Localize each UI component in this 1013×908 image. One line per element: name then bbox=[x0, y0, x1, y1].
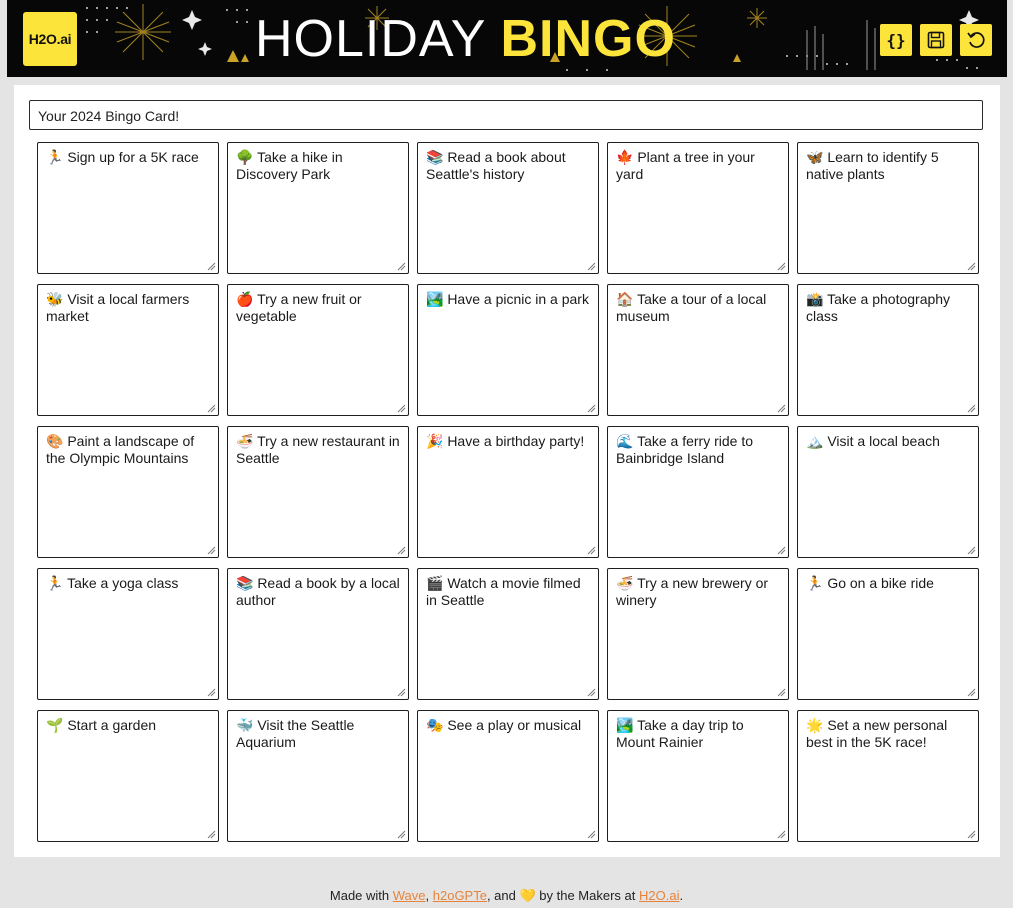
bingo-cell[interactable]: 🦋 Learn to identify 5 native plants bbox=[797, 142, 979, 274]
bingo-cell-text: 🏠 Take a tour of a local museum bbox=[616, 291, 767, 324]
bingo-cell-text: 🍜 Try a new brewery or winery bbox=[616, 575, 769, 608]
bingo-cell[interactable]: 📸 Take a photography class bbox=[797, 284, 979, 416]
bingo-cell[interactable]: 🏃 Go on a bike ride bbox=[797, 568, 979, 700]
h2ogpte-link[interactable]: h2oGPTe bbox=[433, 888, 487, 903]
resize-handle-icon[interactable] bbox=[777, 404, 786, 413]
resize-handle-icon[interactable] bbox=[397, 262, 406, 271]
bingo-cell[interactable]: 🌱 Start a garden bbox=[37, 710, 219, 842]
footer: Made with Wave, h2oGPTe, and 💛 by the Ma… bbox=[0, 888, 1013, 904]
bingo-cell[interactable]: 🍎 Try a new fruit or vegetable bbox=[227, 284, 409, 416]
resize-handle-icon[interactable] bbox=[397, 688, 406, 697]
bingo-cell[interactable]: 🌊 Take a ferry ride to Bainbridge Island bbox=[607, 426, 789, 558]
resize-handle-icon[interactable] bbox=[587, 262, 596, 271]
reset-button[interactable] bbox=[960, 24, 992, 56]
bingo-card: Your 2024 Bingo Card! 🏃 Sign up for a 5K… bbox=[14, 85, 1000, 857]
resize-handle-icon[interactable] bbox=[207, 262, 216, 271]
bingo-cell[interactable]: 🍜 Try a new brewery or winery bbox=[607, 568, 789, 700]
bingo-cell-text: 🏞️ Have a picnic in a park bbox=[426, 291, 589, 307]
resize-handle-icon[interactable] bbox=[397, 404, 406, 413]
heart-icon: 💛 bbox=[519, 888, 536, 903]
bingo-cell[interactable]: 🌳 Take a hike in Discovery Park bbox=[227, 142, 409, 274]
bingo-cell-text: 🌱 Start a garden bbox=[46, 717, 157, 733]
bingo-cell-text: 🌟 Set a new personal best in the 5K race… bbox=[806, 717, 948, 750]
header-banner: H2O.ai HOLIDAY BINGO {} bbox=[7, 0, 1007, 77]
bingo-cell[interactable]: 🎬 Watch a movie filmed in Seattle bbox=[417, 568, 599, 700]
resize-handle-icon[interactable] bbox=[207, 830, 216, 839]
resize-handle-icon[interactable] bbox=[207, 546, 216, 555]
card-title-input[interactable]: Your 2024 Bingo Card! bbox=[29, 100, 983, 130]
bingo-cell-text: 🐳 Visit the Seattle Aquarium bbox=[236, 717, 355, 750]
bingo-cell[interactable]: 🍁 Plant a tree in your yard bbox=[607, 142, 789, 274]
bingo-cell-text: 🌊 Take a ferry ride to Bainbridge Island bbox=[616, 433, 754, 466]
code-braces-icon: {} bbox=[886, 30, 906, 50]
bingo-cell[interactable]: 🏃 Sign up for a 5K race bbox=[37, 142, 219, 274]
save-icon bbox=[927, 31, 945, 49]
footer-prefix: Made with bbox=[329, 888, 393, 903]
resize-handle-icon[interactable] bbox=[777, 830, 786, 839]
bingo-cell-text: 🎭 See a play or musical bbox=[426, 717, 582, 733]
title-bingo: BINGO bbox=[500, 10, 676, 68]
bingo-cell[interactable]: 🐝 Visit a local farmers market bbox=[37, 284, 219, 416]
resize-handle-icon[interactable] bbox=[967, 262, 976, 271]
bingo-cell-text: 🍁 Plant a tree in your yard bbox=[616, 149, 755, 182]
bingo-grid: 🏃 Sign up for a 5K race 🌳 Take a hike in … bbox=[37, 142, 979, 842]
bingo-cell[interactable]: 🏃 Take a yoga class bbox=[37, 568, 219, 700]
bingo-cell[interactable]: 📚 Read a book by a local author bbox=[227, 568, 409, 700]
bingo-cell[interactable]: 🏔️ Visit a local beach bbox=[797, 426, 979, 558]
resize-handle-icon[interactable] bbox=[777, 688, 786, 697]
footer-middle: by the Makers at bbox=[535, 888, 639, 903]
bingo-cell-text: 🏞️ Take a day trip to Mount Rainier bbox=[616, 717, 744, 750]
bingo-cell[interactable]: 🎭 See a play or musical bbox=[417, 710, 599, 842]
bingo-cell-text: 🍎 Try a new fruit or vegetable bbox=[236, 291, 362, 324]
resize-handle-icon[interactable] bbox=[777, 262, 786, 271]
footer-sep2: , and bbox=[486, 888, 520, 903]
resize-handle-icon[interactable] bbox=[777, 546, 786, 555]
h2oai-link[interactable]: H2O.ai bbox=[639, 888, 679, 903]
bingo-cell-text: 🏃 Sign up for a 5K race bbox=[46, 149, 199, 165]
bingo-cell[interactable]: 🏞️ Have a picnic in a park bbox=[417, 284, 599, 416]
footer-suffix: . bbox=[679, 888, 684, 903]
resize-handle-icon[interactable] bbox=[207, 688, 216, 697]
bingo-cell-text: 📚 Read a book by a local author bbox=[236, 575, 400, 608]
resize-handle-icon[interactable] bbox=[967, 830, 976, 839]
save-button[interactable] bbox=[920, 24, 952, 56]
bingo-cell[interactable]: 🏠 Take a tour of a local museum bbox=[607, 284, 789, 416]
resize-handle-icon[interactable] bbox=[397, 830, 406, 839]
reset-icon bbox=[967, 32, 985, 48]
bingo-cell-text: 📸 Take a photography class bbox=[806, 291, 951, 324]
bingo-cell[interactable]: 🐳 Visit the Seattle Aquarium bbox=[227, 710, 409, 842]
bingo-cell-text: 🏃 Take a yoga class bbox=[46, 575, 179, 591]
resize-handle-icon[interactable] bbox=[587, 404, 596, 413]
bingo-cell-text: 🦋 Learn to identify 5 native plants bbox=[806, 149, 939, 182]
resize-handle-icon[interactable] bbox=[397, 546, 406, 555]
footer-sep1: , bbox=[425, 888, 433, 903]
bingo-cell-text: 🌳 Take a hike in Discovery Park bbox=[236, 149, 343, 182]
resize-handle-icon[interactable] bbox=[587, 688, 596, 697]
bingo-cell[interactable]: 🍜 Try a new restaurant in Seattle bbox=[227, 426, 409, 558]
bingo-cell[interactable]: 🏞️ Take a day trip to Mount Rainier bbox=[607, 710, 789, 842]
resize-handle-icon[interactable] bbox=[967, 546, 976, 555]
wave-link[interactable]: Wave bbox=[393, 888, 426, 903]
bingo-cell[interactable]: 🌟 Set a new personal best in the 5K race… bbox=[797, 710, 979, 842]
bingo-cell[interactable]: 🎨 Paint a landscape of the Olympic Mount… bbox=[37, 426, 219, 558]
bingo-cell[interactable]: 🎉 Have a birthday party! bbox=[417, 426, 599, 558]
resize-handle-icon[interactable] bbox=[967, 404, 976, 413]
bingo-cell-text: 🏃 Go on a bike ride bbox=[806, 575, 934, 591]
page-title: HOLIDAY BINGO bbox=[255, 6, 676, 72]
bingo-cell-text: 🎨 Paint a landscape of the Olympic Mount… bbox=[46, 433, 195, 466]
title-holiday: HOLIDAY bbox=[255, 10, 487, 68]
resize-handle-icon[interactable] bbox=[207, 404, 216, 413]
code-button[interactable]: {} bbox=[880, 24, 912, 56]
bingo-cell-text: 🍜 Try a new restaurant in Seattle bbox=[236, 433, 400, 466]
bingo-cell[interactable]: 📚 Read a book about Seattle's history bbox=[417, 142, 599, 274]
bingo-cell-text: 🏔️ Visit a local beach bbox=[806, 433, 940, 449]
bingo-cell-text: 🐝 Visit a local farmers market bbox=[46, 291, 190, 324]
bingo-cell-text: 🎉 Have a birthday party! bbox=[426, 433, 585, 449]
bingo-cell-text: 📚 Read a book about Seattle's history bbox=[426, 149, 566, 182]
resize-handle-icon[interactable] bbox=[587, 546, 596, 555]
resize-handle-icon[interactable] bbox=[967, 688, 976, 697]
h2o-logo[interactable]: H2O.ai bbox=[23, 12, 77, 66]
resize-handle-icon[interactable] bbox=[587, 830, 596, 839]
bingo-cell-text: 🎬 Watch a movie filmed in Seattle bbox=[426, 575, 581, 608]
